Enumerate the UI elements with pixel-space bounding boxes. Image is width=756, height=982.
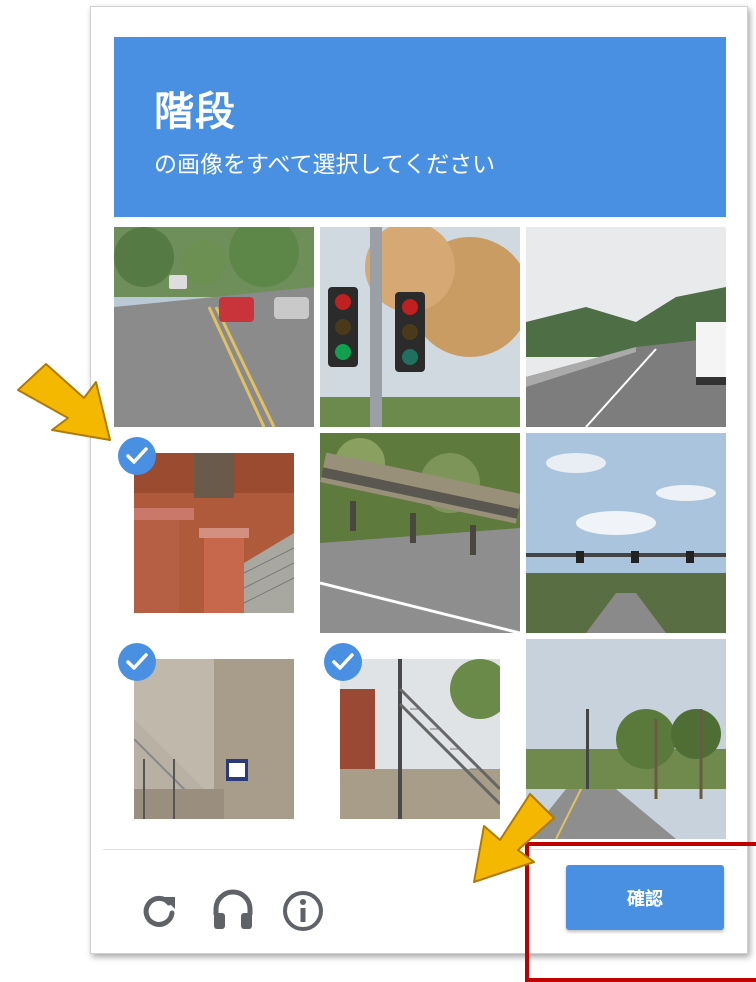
audio-challenge-button[interactable]: [209, 887, 257, 935]
info-button[interactable]: [279, 887, 327, 935]
image-tile-concrete-stairs[interactable]: [114, 639, 314, 839]
reload-button[interactable]: [135, 887, 183, 935]
image-tile-traffic-lights[interactable]: [320, 227, 520, 427]
selected-check-icon: [324, 643, 362, 681]
image-tile-brick-stairs[interactable]: [114, 433, 314, 633]
image-tile-road-cars[interactable]: [114, 227, 314, 427]
reload-icon: [143, 895, 175, 927]
info-icon: [283, 891, 323, 931]
image-grid: [114, 227, 726, 839]
selected-check-icon: [118, 437, 156, 475]
challenge-instructions: の画像をすべて選択してください: [154, 152, 496, 178]
image-tile-highway-truck[interactable]: [526, 227, 726, 427]
pointer-arrow-icon: [473, 793, 555, 883]
pointer-arrow-icon: [17, 363, 111, 441]
image-tile-guardrail[interactable]: [320, 433, 520, 633]
headphones-icon: [213, 889, 253, 929]
recaptcha-challenge: 階段 の画像をすべて選択してください 確認: [90, 6, 748, 954]
image-tile-road-signals[interactable]: [526, 433, 726, 633]
challenge-header: 階段 の画像をすべて選択してください: [114, 37, 726, 217]
challenge-title: 階段: [154, 89, 236, 135]
selected-check-icon: [118, 643, 156, 681]
